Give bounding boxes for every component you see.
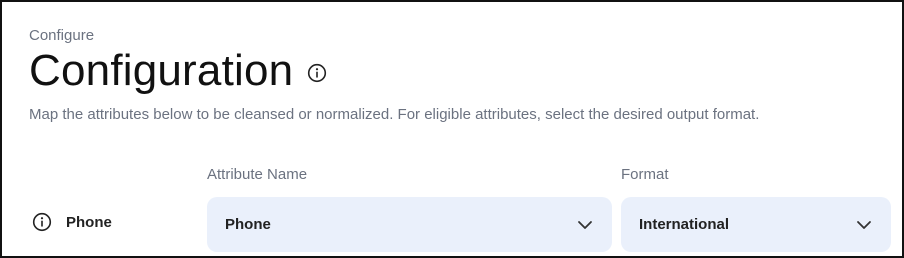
breadcrumb[interactable]: Configure xyxy=(29,27,94,44)
attribute-label-phone: Phone xyxy=(66,213,112,231)
page-description: Map the attributes below to be cleansed … xyxy=(29,106,760,123)
title-row: Configuration xyxy=(29,44,327,98)
info-icon[interactable] xyxy=(32,212,52,232)
format-select[interactable]: International xyxy=(621,197,891,252)
attribute-row-label: Phone xyxy=(32,212,112,232)
attribute-name-column-header: Attribute Name xyxy=(207,166,308,183)
info-icon[interactable] xyxy=(307,63,327,83)
chevron-down-icon xyxy=(576,216,594,234)
configuration-panel: Configure Configuration Map the attribut… xyxy=(0,0,904,258)
format-column-header: Format xyxy=(621,166,669,183)
chevron-down-icon xyxy=(855,216,873,234)
attribute-name-selected-value: Phone xyxy=(225,216,271,233)
format-selected-value: International xyxy=(639,216,730,233)
page-title: Configuration xyxy=(29,46,294,95)
attribute-name-select[interactable]: Phone xyxy=(207,197,612,252)
